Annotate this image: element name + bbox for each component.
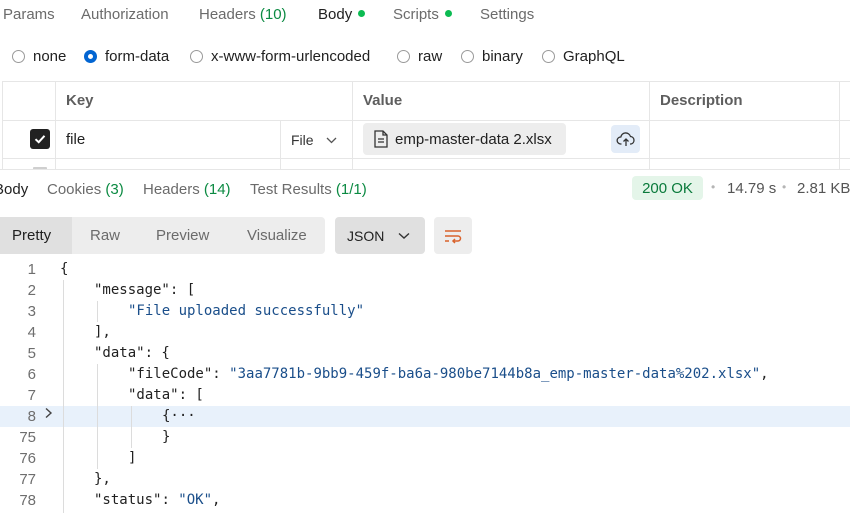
radio-none-circle[interactable] bbox=[12, 50, 25, 63]
response-time[interactable]: 14.79 s bbox=[727, 180, 776, 197]
radio-graphql-circle[interactable] bbox=[542, 50, 555, 63]
table-divider bbox=[280, 120, 281, 169]
file-icon bbox=[374, 130, 388, 148]
table-divider bbox=[2, 81, 3, 169]
code-line: 3 "File uploaded successfully" bbox=[27, 303, 365, 320]
code-line: 1 { bbox=[27, 261, 69, 278]
view-mode-group: Pretty Raw Preview Visualize bbox=[0, 217, 325, 254]
view-visualize-button[interactable]: Visualize bbox=[235, 217, 319, 254]
status-badge[interactable]: 200 OK bbox=[632, 176, 703, 200]
meta-separator: • bbox=[782, 180, 787, 194]
radio-binary-circle[interactable] bbox=[461, 50, 474, 63]
radio-raw-circle[interactable] bbox=[397, 50, 410, 63]
selected-file-chip[interactable]: emp-master-data 2.xlsx bbox=[363, 123, 566, 155]
tab-body[interactable]: Body bbox=[318, 6, 366, 23]
indent-guide bbox=[97, 301, 98, 322]
tab-authorization[interactable]: Authorization bbox=[81, 6, 169, 23]
radio-form-data[interactable]: form-data bbox=[84, 48, 169, 65]
tab-headers[interactable]: Headers (10) bbox=[199, 6, 287, 23]
indent-guide bbox=[97, 364, 98, 469]
collapsed-code-line[interactable]: 8 {··· bbox=[0, 406, 850, 427]
code-line: 75 } bbox=[19, 429, 171, 446]
table-border-top bbox=[2, 81, 850, 82]
code-line: 76 ] bbox=[19, 450, 137, 467]
view-preview-button[interactable]: Preview bbox=[144, 217, 221, 254]
table-divider bbox=[55, 81, 56, 169]
response-body-editor[interactable]: 1 { 2 "message": [ 3 "File uploaded succ… bbox=[0, 259, 850, 513]
code-line: 6 "fileCode": "3aa7781b-9bb9-459f-ba6a-9… bbox=[27, 366, 769, 383]
chevron-right-icon[interactable] bbox=[44, 407, 53, 423]
body-indicator-dot bbox=[358, 10, 366, 17]
response-tab-test-results[interactable]: Test Results (1/1) bbox=[250, 181, 367, 198]
tab-settings[interactable]: Settings bbox=[480, 6, 534, 23]
code-line: 77 }, bbox=[19, 471, 111, 488]
view-raw-button[interactable]: Raw bbox=[78, 217, 132, 254]
radio-binary[interactable]: binary bbox=[461, 48, 523, 65]
table-divider bbox=[352, 81, 353, 169]
table-border-row bbox=[2, 158, 850, 159]
scripts-indicator-dot bbox=[444, 10, 452, 17]
table-border-header bbox=[2, 120, 850, 121]
response-language-select[interactable]: JSON bbox=[335, 217, 425, 254]
code-line: 5 "data": { bbox=[27, 345, 170, 362]
chevron-down-icon bbox=[398, 232, 410, 239]
table-divider bbox=[839, 81, 840, 169]
request-tabs: Params Authorization Headers (10) Body S… bbox=[0, 0, 850, 32]
wrap-lines-icon bbox=[445, 229, 462, 244]
response-size[interactable]: 2.81 KB bbox=[797, 180, 850, 197]
wrap-lines-button[interactable] bbox=[434, 217, 472, 254]
radio-graphql[interactable]: GraphQL bbox=[542, 48, 625, 65]
code-line: 2 "message": [ bbox=[27, 282, 196, 299]
indent-guide bbox=[63, 280, 64, 513]
code-line: 7 "data": [ bbox=[27, 387, 204, 404]
code-line: 4 ], bbox=[27, 324, 111, 341]
upload-file-button[interactable] bbox=[611, 125, 640, 153]
response-tab-cookies[interactable]: Cookies (3) bbox=[47, 181, 124, 198]
view-pretty-button[interactable]: Pretty bbox=[0, 217, 72, 254]
radio-form-data-circle[interactable] bbox=[84, 50, 97, 63]
column-header-description: Description bbox=[660, 92, 743, 109]
radio-raw[interactable]: raw bbox=[397, 48, 442, 65]
table-divider bbox=[649, 81, 650, 169]
radio-none[interactable]: none bbox=[12, 48, 66, 65]
response-tab-headers[interactable]: Headers (14) bbox=[143, 181, 231, 198]
key-cell[interactable]: file bbox=[66, 131, 85, 148]
chevron-down-icon bbox=[326, 137, 337, 143]
tab-scripts[interactable]: Scripts bbox=[393, 6, 452, 23]
code-line: 78 "status": "OK", bbox=[19, 492, 221, 509]
response-tabs: Body Cookies (3) Headers (14) Test Resul… bbox=[0, 169, 850, 207]
body-type-selector: none form-data x-www-form-urlencoded raw… bbox=[0, 44, 850, 70]
column-header-value: Value bbox=[363, 92, 403, 109]
column-header-key: Key bbox=[66, 92, 94, 109]
cloud-upload-icon bbox=[616, 132, 635, 146]
headers-count: (10) bbox=[259, 6, 287, 23]
radio-urlencoded-circle[interactable] bbox=[190, 50, 203, 63]
row-enabled-checkbox[interactable] bbox=[30, 129, 50, 149]
form-data-table: Key Value Description file File emp-mast… bbox=[0, 81, 850, 169]
radio-x-www-form-urlencoded[interactable]: x-www-form-urlencoded bbox=[190, 48, 370, 65]
field-type-dropdown[interactable]: File bbox=[291, 132, 337, 148]
tab-params[interactable]: Params bbox=[3, 6, 55, 23]
response-tab-body[interactable]: Body bbox=[0, 181, 28, 198]
checkmark-icon bbox=[34, 135, 46, 144]
indent-guide bbox=[131, 406, 132, 448]
meta-separator: • bbox=[711, 180, 716, 194]
